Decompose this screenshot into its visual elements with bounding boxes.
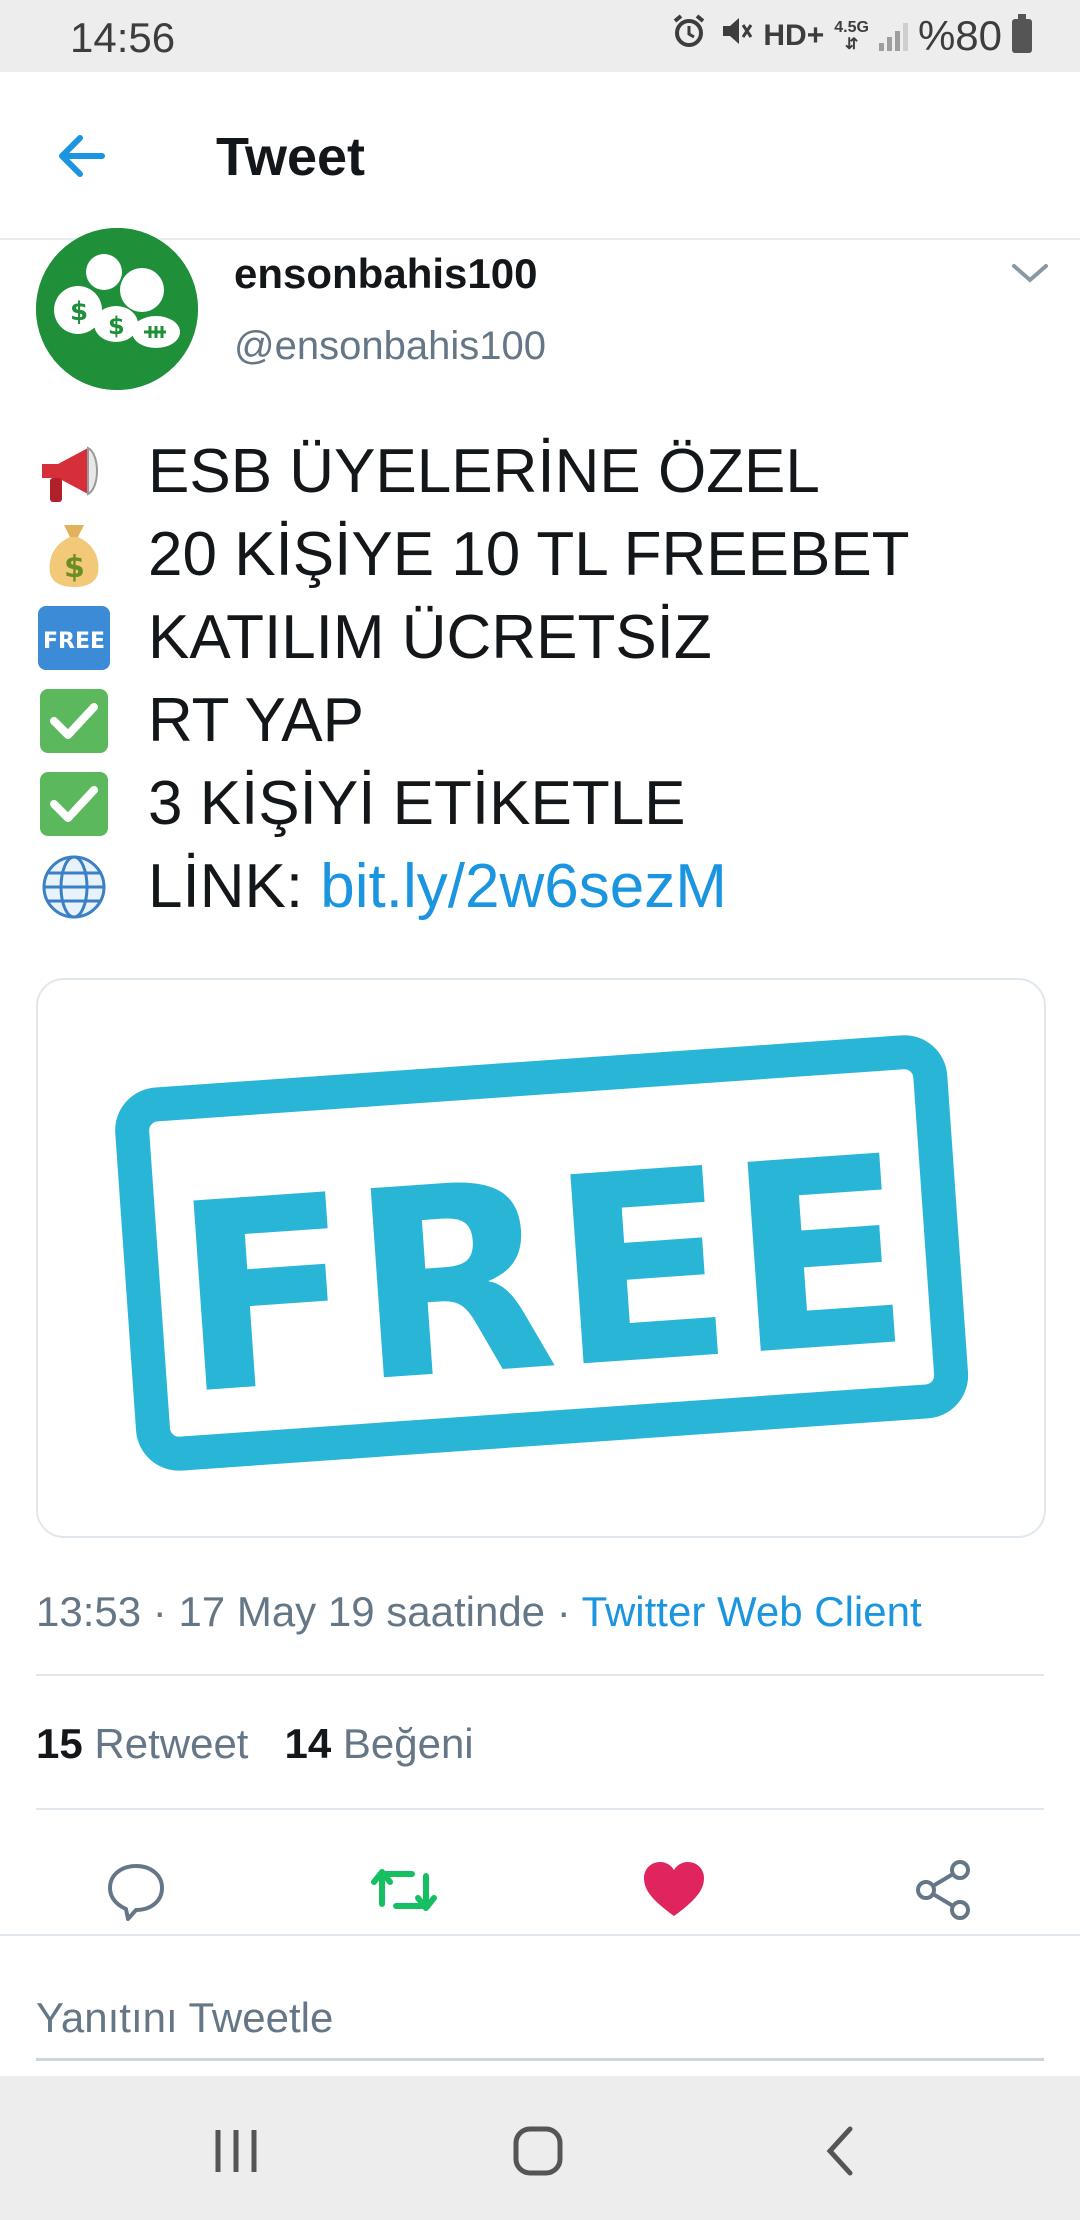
tweet-line: RT YAP <box>36 679 910 762</box>
sports-logo-icon: $ $ <box>36 228 198 390</box>
back-icon <box>826 2126 853 2176</box>
status-bar: 14:56 HD+ 4.5G ⇵ %80 <box>0 0 1080 72</box>
system-nav-bar <box>0 2076 1080 2220</box>
like-label: Beğeni <box>342 1720 474 1767</box>
battery-icon <box>1012 14 1032 53</box>
divider <box>36 1674 1044 1676</box>
like-stat[interactable]: 14 Beğeni <box>284 1720 473 1767</box>
tweet-time: 13:53 <box>36 1588 142 1635</box>
check-mark-icon <box>36 768 112 840</box>
network-label: HD+ <box>763 19 825 52</box>
like-count: 14 <box>284 1720 332 1767</box>
tweet-line: $ 20 KİŞİYE 10 TL FREEBET <box>36 513 910 596</box>
globe-icon <box>36 851 112 923</box>
share-icon <box>916 1860 970 1920</box>
tweet-line-text: 3 KİŞİYİ ETİKETLE <box>148 769 686 838</box>
battery-percent: %80 <box>917 12 1002 59</box>
link-label: LİNK: <box>148 852 304 921</box>
retweet-label: Retweet <box>94 1720 249 1767</box>
tweet-link[interactable]: bit.ly/2w6sezM <box>320 852 727 921</box>
mute-icon <box>717 13 753 60</box>
tweet-media[interactable]: FREE <box>36 978 1046 1538</box>
arrow-left-icon <box>59 135 105 177</box>
back-nav-button[interactable] <box>800 2116 880 2186</box>
like-button[interactable] <box>634 1850 714 1930</box>
divider <box>36 1808 1044 1810</box>
tweet-line-text: LİNK: bit.ly/2w6sezM <box>148 851 727 922</box>
tweet-line: LİNK: bit.ly/2w6sezM <box>36 845 910 928</box>
tweet-text: ESB ÜYELERİNE ÖZEL $ 20 KİŞİYE 10 TL FRE… <box>36 430 910 928</box>
comment-icon <box>108 1864 164 1921</box>
free-button-icon: FREE <box>36 602 112 674</box>
meta-separator: · <box>556 1588 571 1635</box>
tweet-line-text: ESB ÜYELERİNE ÖZEL <box>148 437 820 506</box>
reply-input[interactable] <box>36 1978 1044 2061</box>
network-type-label: 4.5G <box>834 19 869 36</box>
signal-icon <box>878 21 908 51</box>
author-name[interactable]: ensonbahis100 <box>234 250 537 298</box>
tweet-date: 17 May 19 saatinde <box>178 1588 546 1635</box>
stamp-text: FREE <box>166 1101 918 1453</box>
retweet-button[interactable] <box>364 1850 444 1930</box>
tweet-line: ESB ÜYELERİNE ÖZEL <box>36 430 910 513</box>
tweet-line-text: RT YAP <box>148 686 364 755</box>
share-button[interactable] <box>904 1850 984 1930</box>
meta-separator: · <box>152 1588 167 1635</box>
home-button[interactable] <box>498 2116 578 2186</box>
tweet-options-button[interactable] <box>1008 258 1052 288</box>
heart-icon <box>644 1862 704 1916</box>
svg-text:$: $ <box>108 312 125 340</box>
megaphone-icon <box>36 436 112 508</box>
free-button-label: FREE <box>43 629 105 654</box>
page-title: Tweet <box>216 127 366 187</box>
status-time: 14:56 <box>70 14 176 61</box>
free-stamp-image: FREE <box>115 1035 969 1471</box>
check-mark-icon <box>36 685 112 757</box>
alarm-icon <box>671 13 707 60</box>
back-button[interactable] <box>44 116 124 196</box>
retweet-stat[interactable]: 15 Retweet <box>36 1720 248 1767</box>
author-handle[interactable]: @ensonbahis100 <box>234 324 546 369</box>
retweet-count: 15 <box>36 1720 83 1767</box>
tweet-client-link[interactable]: Twitter Web Client <box>582 1588 922 1635</box>
recent-apps-button[interactable] <box>196 2116 276 2186</box>
tweet-stats: 15 Retweet 14 Beğeni <box>36 1720 474 1768</box>
chevron-down-icon <box>1012 264 1048 283</box>
tweet-line-text: KATILIM ÜCRETSİZ <box>148 603 712 672</box>
network-type: 4.5G ⇵ <box>834 19 869 53</box>
svg-text:$: $ <box>64 550 85 585</box>
tweet-line: FREE KATILIM ÜCRETSİZ <box>36 596 910 679</box>
status-icons: HD+ 4.5G ⇵ %80 <box>671 12 1032 60</box>
retweet-icon <box>371 1869 437 1911</box>
svg-text:$: $ <box>70 297 88 327</box>
avatar[interactable]: $ $ <box>36 228 198 390</box>
top-app-bar: Tweet <box>0 72 1080 240</box>
divider <box>0 1934 1080 1936</box>
tweet-line-text: 20 KİŞİYE 10 TL FREEBET <box>148 520 910 589</box>
tweet-line: 3 KİŞİYİ ETİKETLE <box>36 762 910 845</box>
recent-apps-icon <box>215 2130 257 2172</box>
home-icon <box>513 2126 563 2176</box>
tweet-meta: 13:53 · 17 May 19 saatinde · Twitter Web… <box>36 1588 922 1636</box>
money-bag-icon: $ <box>36 519 112 591</box>
reply-button[interactable] <box>96 1850 176 1930</box>
